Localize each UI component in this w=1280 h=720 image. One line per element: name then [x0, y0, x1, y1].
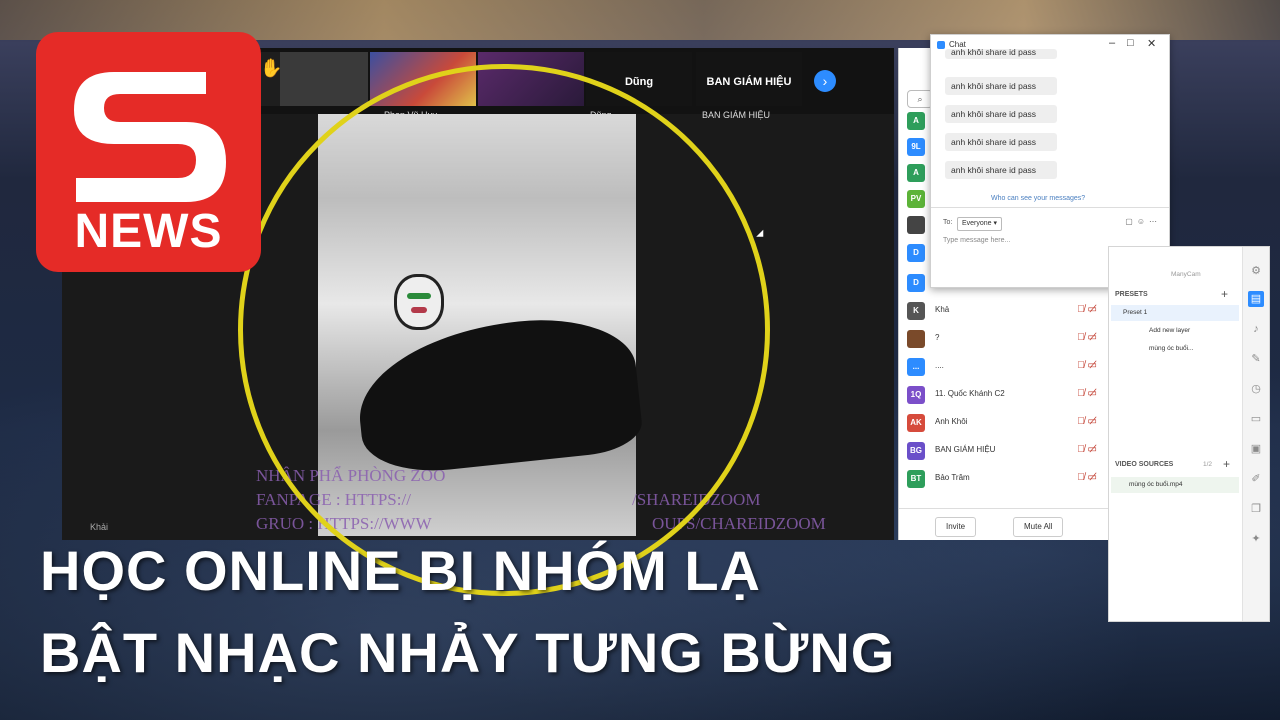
avatar: ...: [907, 358, 925, 376]
avatar: D: [907, 274, 925, 292]
muted-mic-icon: 🎙̸ ▭̸: [1077, 304, 1097, 315]
avatar: BT: [907, 470, 925, 488]
chat-message: anh khôi share id pass: [945, 133, 1057, 151]
video-source-row[interactable]: mùng óc buổi.mp4: [1111, 477, 1239, 493]
highlight-circle: [238, 64, 770, 596]
thumbnail-name: BAN GIÁM HIỆU: [702, 110, 771, 120]
layer-item[interactable]: mùng óc buổi...: [1149, 345, 1193, 352]
tools-icon[interactable]: ✎: [1248, 351, 1264, 367]
participant-name: Bảo Trâm: [935, 473, 970, 482]
participant-name: 11. Quốc Khánh C2: [935, 389, 1005, 398]
participant-row[interactable]: ? 🎙̸ ▭̸: [905, 328, 1103, 350]
s-letter-logo-icon: [74, 72, 226, 202]
gear-icon[interactable]: ⚙: [1248, 263, 1264, 279]
add-layer-button[interactable]: Add new layer: [1149, 327, 1190, 334]
avatar: BG: [907, 442, 925, 460]
avatar: PV: [907, 190, 925, 208]
layers-icon[interactable]: ❐: [1248, 501, 1264, 517]
avatar: A: [907, 112, 925, 130]
news-wordmark: NEWS: [74, 205, 223, 258]
chat-title: Chat: [949, 40, 966, 49]
add-preset-icon[interactable]: +: [1221, 287, 1228, 301]
participant-row[interactable]: BT Bảo Trâm 🎙̸ ▭̸: [905, 468, 1103, 490]
invite-button[interactable]: Invite: [935, 517, 977, 537]
effects-icon[interactable]: ✦: [1248, 531, 1264, 547]
participant-thumbnail-bgh[interactable]: BAN GIÁM HIỆU BAN GIÁM HIỆU: [696, 52, 802, 120]
draw-icon[interactable]: ✐: [1248, 471, 1264, 487]
participant-thumbnail[interactable]: [280, 52, 368, 106]
participant-row[interactable]: BG BAN GIÁM HIỆU 🎙̸ ▭̸: [905, 440, 1103, 462]
emoji-icon[interactable]: ☺: [1137, 217, 1149, 226]
recipient-dropdown[interactable]: Everyone ▾: [957, 217, 1003, 231]
muted-mic-icon: 🎙̸ ▭̸: [1077, 444, 1097, 455]
minimize-icon[interactable]: –: [1109, 37, 1115, 49]
avatar: AK: [907, 414, 925, 432]
manycam-title: ManyCam: [1171, 271, 1201, 278]
participant-name: ....: [935, 361, 944, 370]
mouse-cursor-icon: [756, 229, 767, 241]
manycam-sidebar: ⚙ ▤ ♪ ✎ ◷ ▭ ▣ ✐ ❐ ✦: [1242, 247, 1269, 621]
more-icon[interactable]: ⋯: [1149, 217, 1161, 226]
preset-row[interactable]: Preset 1: [1111, 305, 1239, 321]
participant-row[interactable]: K Khả 🎙̸ ▭̸: [905, 300, 1103, 322]
privacy-info-link[interactable]: Who can see your messages?: [991, 195, 1085, 202]
avatar: A: [907, 164, 925, 182]
close-icon[interactable]: ✕: [1147, 37, 1156, 50]
participant-row[interactable]: AK Anh Khôi 🎙̸ ▭̸: [905, 412, 1103, 434]
headline-line-1: HỌC ONLINE BỊ NHÓM LẠ: [40, 539, 761, 602]
chevron-right-icon[interactable]: ›: [814, 70, 836, 92]
presets-icon[interactable]: ▤: [1248, 291, 1264, 307]
participant-name: Khả: [935, 305, 950, 314]
participants-footer: Invite Mute All: [899, 508, 1109, 541]
participant-row[interactable]: 1Q 11. Quốc Khánh C2 🎙̸ ▭̸: [905, 384, 1103, 406]
screen-icon[interactable]: ▭: [1248, 411, 1264, 427]
chat-message: anh khôi share id pass: [945, 161, 1057, 179]
thumbnail-title: BAN GIÁM HIỆU: [706, 76, 792, 88]
chat-message: anh khôi share id pass: [945, 77, 1057, 95]
chat-message: anh khôi share id pass: [945, 105, 1057, 123]
speaker-name-label: Khải: [90, 522, 109, 532]
muted-mic-icon: 🎙̸ ▭̸: [1077, 416, 1097, 427]
muted-mic-icon: 🎙̸ ▭̸: [1077, 360, 1097, 371]
avatar: [907, 330, 925, 348]
manycam-window: ManyCam PRESETS + Preset 1 Add new layer…: [1108, 246, 1270, 622]
avatar: D: [907, 244, 925, 262]
participant-name: Anh Khôi: [935, 417, 968, 426]
clock-icon[interactable]: ◷: [1248, 381, 1264, 397]
participant-row[interactable]: ....... 🎙̸ ▭̸: [905, 356, 1103, 378]
muted-mic-icon: 🎙̸ ▭̸: [1077, 472, 1097, 483]
zoom-logo-icon: [937, 41, 945, 49]
muted-mic-icon: 🎙̸ ▭̸: [1077, 332, 1097, 343]
recipient-value: Everyone: [962, 220, 992, 227]
video-sources-heading: VIDEO SOURCES: [1115, 461, 1174, 468]
file-icon[interactable]: ▢: [1125, 217, 1137, 226]
audio-icon[interactable]: ♪: [1248, 321, 1264, 337]
avatar: 9L: [907, 138, 925, 156]
avatar: [907, 216, 925, 234]
video-source-name: mùng óc buổi.mp4: [1129, 481, 1183, 488]
monitor-icon[interactable]: ▣: [1248, 441, 1264, 457]
headline-line-2: BẬT NHẠC NHẢY TƯNG BỪNG: [40, 621, 896, 684]
participant-name: ?: [935, 333, 940, 342]
chat-actions: ▢☺⋯: [1125, 217, 1161, 226]
avatar: 1Q: [907, 386, 925, 404]
presets-heading: PRESETS: [1115, 291, 1148, 298]
muted-mic-icon: 🎙̸ ▭̸: [1077, 388, 1097, 399]
snews-logo: NEWS: [36, 32, 261, 272]
preset-name: Preset 1: [1123, 309, 1148, 316]
mute-all-button[interactable]: Mute All: [1013, 517, 1064, 537]
chat-message: anh khôi share id pass: [945, 49, 1057, 59]
maximize-icon[interactable]: □: [1127, 37, 1134, 49]
chat-message-input[interactable]: Type message here...: [943, 237, 1010, 244]
participant-name: BAN GIÁM HIỆU: [935, 445, 996, 454]
chat-divider: [931, 207, 1169, 208]
video-sources-count: 1/2: [1203, 461, 1213, 468]
avatar: K: [907, 302, 925, 320]
add-source-icon[interactable]: +: [1223, 457, 1230, 471]
recipient-label: To:: [943, 219, 953, 226]
